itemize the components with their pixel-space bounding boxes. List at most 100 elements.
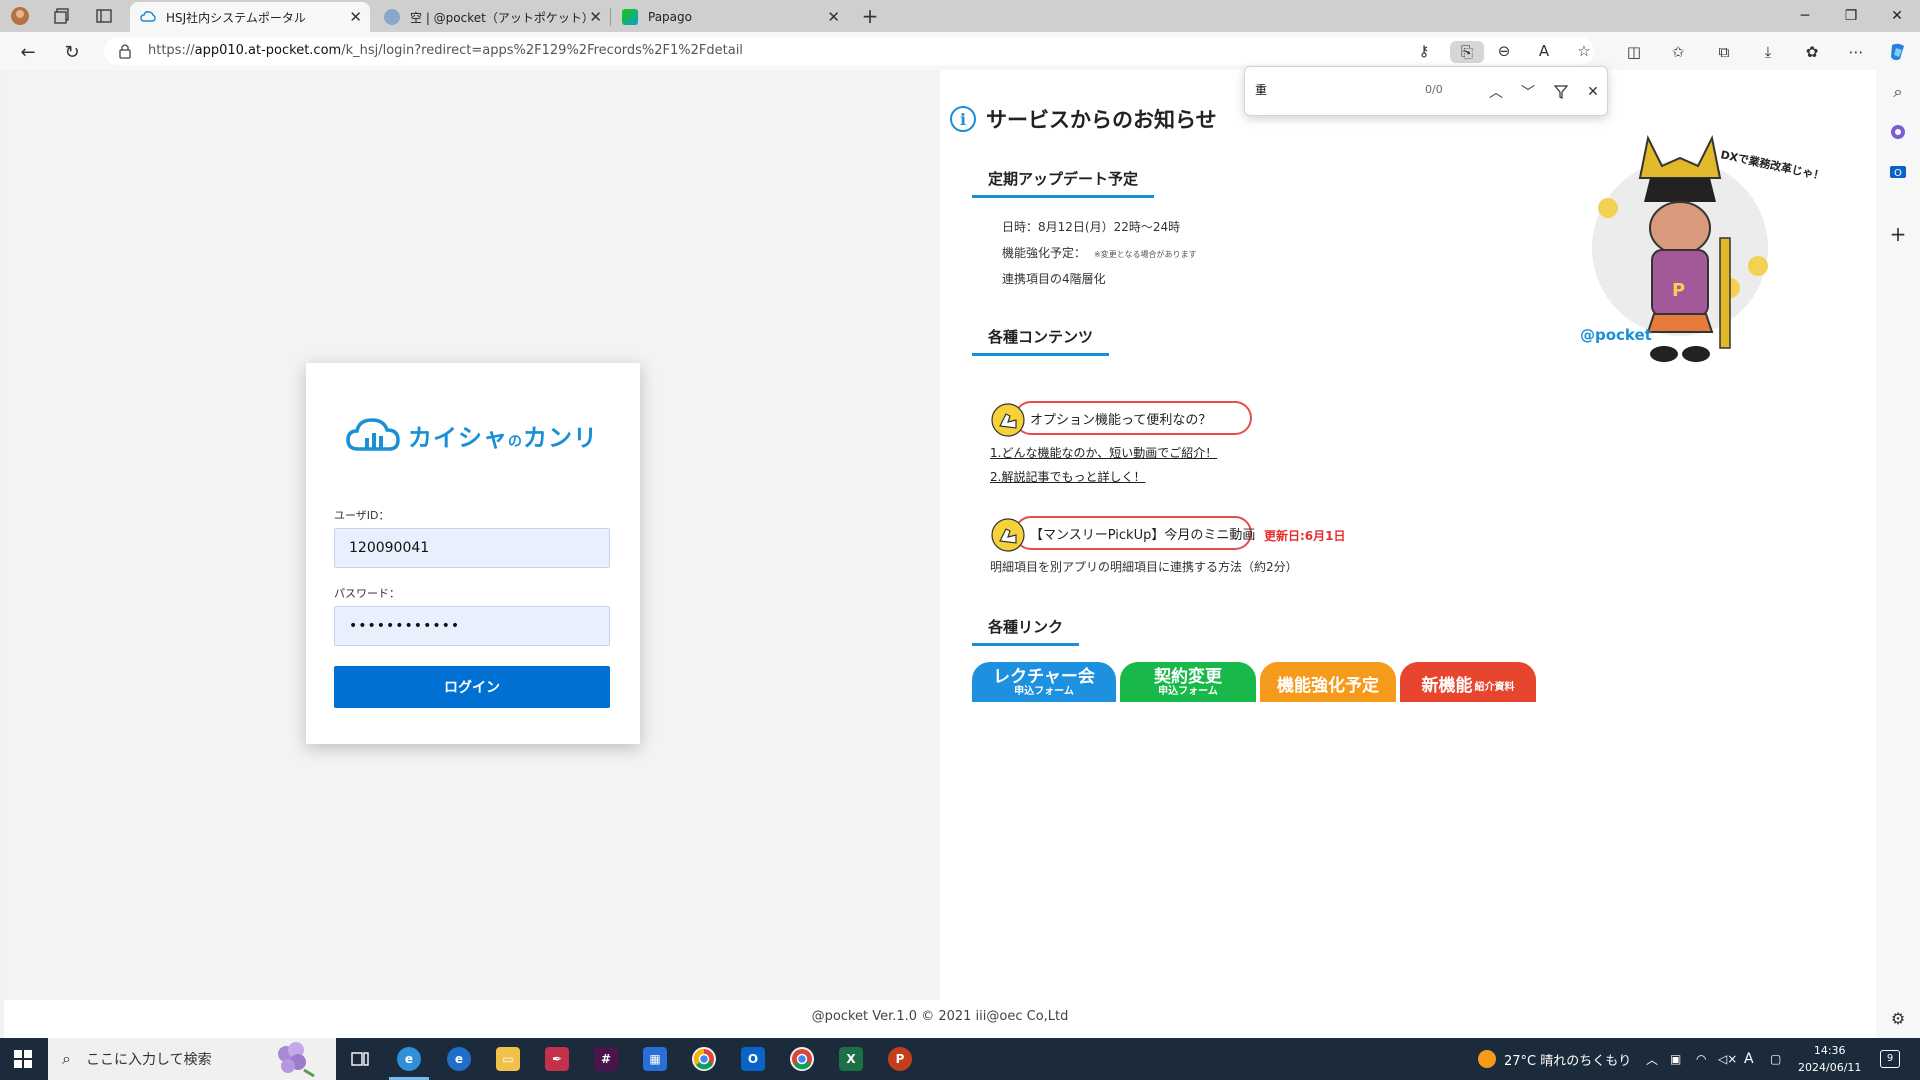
key-icon[interactable]: ⚷ [1414, 41, 1434, 61]
page-viewport: カイシャのカンリ ユーザID： 120090041 パスワード： •••••••… [4, 70, 1876, 1038]
split-screen-icon[interactable]: ◫ [1624, 42, 1644, 62]
password-input[interactable]: •••••••••••• [334, 606, 610, 646]
url-path: /k_hsj/login?redirect=apps%2F129%2Frecor… [341, 43, 743, 58]
extensions-icon[interactable]: ✿ [1802, 42, 1822, 62]
sidebar-search-icon[interactable]: ⌕ [1888, 82, 1908, 102]
user-id-input[interactable]: 120090041 [334, 528, 610, 568]
lecture-signup-button[interactable]: レクチャー会 申込フォーム [972, 662, 1116, 702]
sidebar-add-icon[interactable]: + [1888, 222, 1908, 246]
window-close-icon[interactable]: ✕ [1874, 0, 1920, 32]
translate-icon[interactable]: ⎘ [1450, 41, 1484, 63]
mascot-brand: @pocket [1580, 326, 1652, 344]
browser-toolbar: ← ↻ https://app010.at-pocket.com/k_hsj/l… [0, 32, 1920, 70]
tab-title: Papago [648, 10, 692, 24]
find-input[interactable]: 重 [1255, 81, 1267, 98]
weather-widget[interactable]: 27°C 晴れのちくもり [1478, 1038, 1631, 1080]
file-explorer-icon[interactable]: ▭ [496, 1047, 520, 1071]
favorites-icon[interactable]: ✩ [1668, 42, 1688, 62]
chrome-profile-icon[interactable] [790, 1047, 814, 1071]
find-previous-icon[interactable]: ︿ [1485, 81, 1507, 103]
tray-display-icon[interactable]: ▣ [1670, 1038, 1681, 1080]
lock-icon[interactable] [118, 43, 132, 59]
login-button[interactable]: ログイン [334, 666, 610, 708]
new-feature-button[interactable]: 新機能 紹介資料 [1400, 662, 1536, 702]
task-view-icon[interactable] [348, 1047, 372, 1071]
lecture-button-sub: 申込フォーム [1014, 686, 1074, 697]
workspaces-icon[interactable] [52, 6, 72, 26]
click-hand-icon [991, 518, 1025, 552]
tray-app-icon[interactable]: ▢ [1770, 1038, 1781, 1080]
logo-text-2: カンリ [523, 423, 598, 452]
taskbar-search-placeholder: ここに入力して検索 [86, 1052, 212, 1068]
article-link[interactable]: 2.解説記事でもっと詳しく！ [990, 468, 1145, 485]
collections-icon[interactable]: ⧉ [1714, 42, 1734, 62]
option-feature-pill[interactable]: オプション機能って便利なの？ [1014, 401, 1252, 435]
update-date: 日時：8月12日(月）22時～24時 [1002, 220, 1181, 234]
monthly-pickup-pill[interactable]: 【マンスリーPickUp】今月のミニ動画 [1014, 516, 1255, 550]
feature-item: 連携項目の4階層化 [1002, 272, 1106, 286]
logo-text-small: の [508, 433, 523, 450]
pen-app-icon[interactable]: ✒ [545, 1047, 569, 1071]
chrome-icon[interactable] [692, 1047, 716, 1071]
tab-support[interactable]: 空 | @pocket（アットポケット）サポ ✕ [374, 2, 610, 32]
new-tab-plus-icon[interactable]: + [860, 4, 880, 28]
taskbar-search-box[interactable]: ⌕ ここに入力して検索 [48, 1038, 336, 1080]
click-hand-icon [991, 403, 1025, 437]
volume-muted-icon[interactable]: ◁× [1718, 1038, 1737, 1080]
find-filter-icon[interactable] [1550, 81, 1572, 103]
logo-text: カイシャ [408, 423, 508, 452]
refresh-icon[interactable]: ↻ [60, 40, 84, 64]
links-section-heading: 各種リンク [972, 616, 1080, 646]
find-next-icon[interactable]: ﹀ [1517, 81, 1539, 103]
weather-sun-icon [1478, 1050, 1496, 1068]
url-text[interactable]: https://app010.at-pocket.com/k_hsj/login… [148, 43, 743, 58]
powerpoint-icon[interactable]: P [888, 1047, 912, 1071]
slack-icon[interactable]: # [594, 1047, 618, 1071]
copilot-icon[interactable] [1888, 42, 1908, 62]
outlook-taskbar-icon[interactable]: O [741, 1047, 765, 1071]
tab-papago[interactable]: Papago ✕ [612, 2, 848, 32]
favorite-star-icon[interactable]: ☆ [1574, 41, 1594, 61]
edge-dev-taskbar-icon[interactable]: e [447, 1047, 471, 1071]
back-arrow-icon[interactable]: ← [16, 40, 40, 64]
video-intro-link[interactable]: 1.どんな機能なのか、短い動画でご紹介！ [990, 444, 1217, 461]
minimize-icon[interactable]: ─ [1782, 0, 1828, 32]
close-tab-icon[interactable]: ✕ [827, 8, 840, 26]
browser-tab-strip: HSJ社内システムポータル ✕ 空 | @pocket（アットポケット）サポ ✕… [0, 0, 1920, 32]
svg-text:P: P [1672, 280, 1685, 301]
edge-taskbar-icon[interactable]: e [397, 1047, 421, 1071]
tab-portal[interactable]: HSJ社内システムポータル ✕ [130, 2, 370, 32]
notification-center-icon[interactable]: 9 [1880, 1038, 1900, 1080]
excel-icon[interactable]: X [839, 1047, 863, 1071]
close-tab-icon[interactable]: ✕ [589, 8, 602, 26]
feature-plan-button[interactable]: 機能強化予定 [1260, 662, 1396, 702]
password-label: パスワード： [334, 587, 400, 600]
restore-icon[interactable]: ❐ [1828, 0, 1874, 32]
find-result-count: 0/0 [1425, 83, 1443, 96]
tab-actions-icon[interactable] [94, 6, 114, 26]
store-icon[interactable]: ▦ [643, 1047, 667, 1071]
close-tab-icon[interactable]: ✕ [349, 8, 362, 26]
address-bar[interactable]: https://app010.at-pocket.com/k_hsj/login… [104, 37, 1594, 65]
monthly-description: 明細項目を別アプリの明細項目に連携する方法（約2分） [990, 560, 1298, 574]
tray-chevron-icon[interactable]: ︿ [1646, 1038, 1658, 1080]
edge-sidebar: ⌕ O + ⚙ [1876, 70, 1920, 1038]
downloads-icon[interactable]: ⤓ [1758, 42, 1778, 62]
sidebar-settings-gear-icon[interactable]: ⚙ [1888, 1008, 1908, 1028]
wifi-icon[interactable]: ◠ [1696, 1038, 1706, 1080]
more-menu-icon[interactable]: ⋯ [1846, 42, 1866, 62]
notice-header: i サービスからのお知らせ [950, 104, 1217, 134]
read-aloud-icon[interactable]: A [1534, 41, 1554, 61]
windows-start-icon[interactable] [0, 1038, 46, 1080]
sidebar-outlook-icon[interactable]: O [1888, 162, 1908, 182]
contract-change-button[interactable]: 契約変更 申込フォーム [1120, 662, 1256, 702]
sidebar-office-icon[interactable] [1888, 122, 1908, 142]
contract-button-sub: 申込フォーム [1158, 686, 1218, 697]
ime-indicator[interactable]: A [1744, 1038, 1754, 1080]
feature-note: ※変更となる場合があります [1094, 250, 1197, 259]
profile-avatar-icon[interactable] [10, 6, 30, 26]
taskbar-clock[interactable]: 14:36 2024/06/11 [1798, 1042, 1861, 1076]
zoom-out-icon[interactable]: ⊖ [1494, 41, 1514, 61]
find-on-page-bar: 重 0/0 ︿ ﹀ ✕ [1244, 66, 1608, 116]
find-close-icon[interactable]: ✕ [1582, 81, 1604, 103]
